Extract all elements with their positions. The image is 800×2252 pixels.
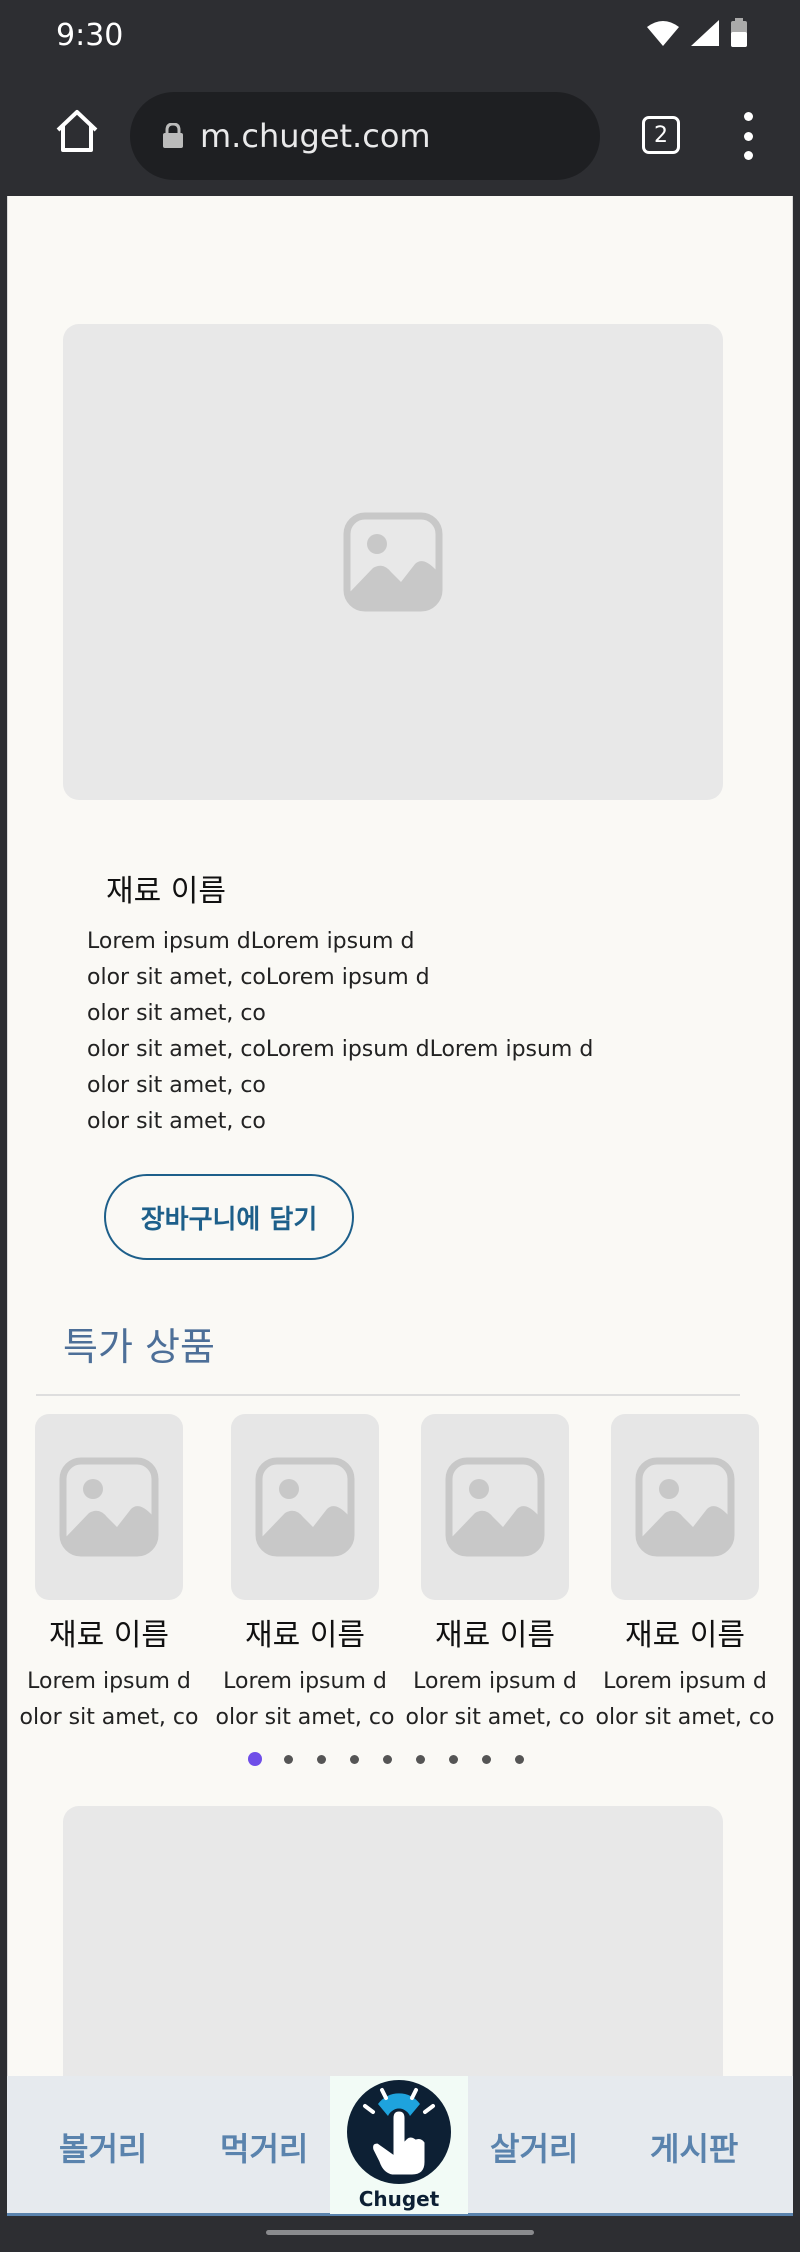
browser-toolbar: m.chuget.com 2 [0, 72, 800, 196]
home-gesture-handle[interactable] [266, 2230, 534, 2235]
status-time: 9:30 [56, 18, 124, 53]
description-line: olor sit amet, co [87, 1001, 266, 1026]
address-bar[interactable]: m.chuget.com [130, 92, 600, 180]
home-icon[interactable] [52, 106, 102, 156]
page-content[interactable]: 재료 이름 Lorem ipsum dLorem ipsum d olor si… [7, 196, 793, 2076]
description-line: olor sit amet, coLorem ipsum dLorem ipsu… [87, 1037, 594, 1062]
tab-switcher-button[interactable]: 2 [642, 116, 680, 154]
product-description: Lorem ipsum d olor sit amet, co [405, 1669, 585, 1730]
more-menu-icon[interactable] [740, 112, 756, 160]
product-image-placeholder [611, 1414, 759, 1600]
description-line: olor sit amet, co [87, 1073, 266, 1098]
product-description: Lorem ipsum d olor sit amet, co [595, 1669, 775, 1730]
status-icons [646, 18, 748, 48]
ingredient-description: Lorem ipsum dLorem ipsum d olor sit amet… [87, 924, 727, 1140]
special-products-title: 특가 상품 [63, 1325, 215, 1369]
section-divider [36, 1394, 740, 1396]
image-placeholder-icon [343, 512, 443, 612]
image-placeholder-icon [445, 1457, 545, 1557]
product-image-placeholder [231, 1414, 379, 1600]
lock-icon [163, 123, 183, 148]
product-name: 재료 이름 [625, 1618, 745, 1653]
product-description: Lorem ipsum d olor sit amet, co [215, 1669, 395, 1730]
image-placeholder-icon [255, 1457, 355, 1557]
product-name: 재료 이름 [49, 1618, 169, 1653]
product-image-placeholder [421, 1414, 569, 1600]
hero-image-placeholder [63, 324, 723, 800]
nav-item-sights[interactable]: 볼거리 [59, 2124, 147, 2170]
carousel-pagination [248, 1752, 548, 1766]
ingredient-title: 재료 이름 [106, 874, 226, 909]
nav-item-shopping[interactable]: 살거리 [490, 2124, 578, 2170]
nav-item-food[interactable]: 먹거리 [220, 2124, 308, 2170]
add-to-cart-button[interactable]: 장바구니에 담기 [104, 1174, 354, 1260]
pagination-dot[interactable] [317, 1754, 326, 1764]
logo-text: Chuget [359, 2187, 440, 2211]
product-name: 재료 이름 [245, 1618, 365, 1653]
image-placeholder-icon [635, 1457, 735, 1557]
product-card[interactable]: 재료 이름 Lorem ipsum d olor sit amet, co [593, 1414, 777, 1736]
description-line: olor sit amet, co [87, 1109, 266, 1134]
nav-item-board[interactable]: 게시판 [650, 2124, 738, 2170]
product-description: Lorem ipsum d olor sit amet, co [19, 1669, 199, 1730]
product-image-placeholder [35, 1414, 183, 1600]
pagination-dot[interactable] [482, 1754, 491, 1764]
pagination-dot-active[interactable] [248, 1752, 262, 1766]
product-card[interactable]: 재료 이름 Lorem ipsum d olor sit amet, co [213, 1414, 397, 1736]
pagination-dot[interactable] [383, 1754, 392, 1764]
battery-icon [731, 18, 747, 47]
chuget-logo-button[interactable]: Chuget [330, 2076, 468, 2214]
signal-icon [691, 20, 719, 46]
next-image-placeholder [63, 1806, 723, 2076]
pagination-dot[interactable] [350, 1754, 359, 1764]
pagination-dot[interactable] [416, 1754, 425, 1764]
product-name: 재료 이름 [435, 1618, 555, 1653]
product-card[interactable]: 재료 이름 Lorem ipsum d olor sit amet, co [17, 1414, 201, 1736]
wifi-icon [647, 21, 679, 46]
pagination-dot[interactable] [515, 1754, 524, 1764]
product-card[interactable]: 재료 이름 Lorem ipsum d olor sit amet, co [403, 1414, 587, 1736]
pagination-dot[interactable] [284, 1754, 293, 1764]
status-bar: 9:30 [0, 0, 800, 72]
gesture-bar [0, 2216, 800, 2252]
pagination-dot[interactable] [449, 1754, 458, 1764]
url-text: m.chuget.com [200, 117, 431, 155]
description-line: olor sit amet, coLorem ipsum d [87, 965, 430, 990]
chuget-logo-icon: Chuget [347, 2080, 451, 2211]
bottom-navigation: 볼거리 먹거리 Chuget 살거리 게시판 [7, 2076, 793, 2216]
description-line: Lorem ipsum dLorem ipsum d [87, 929, 415, 954]
image-placeholder-icon [59, 1457, 159, 1557]
